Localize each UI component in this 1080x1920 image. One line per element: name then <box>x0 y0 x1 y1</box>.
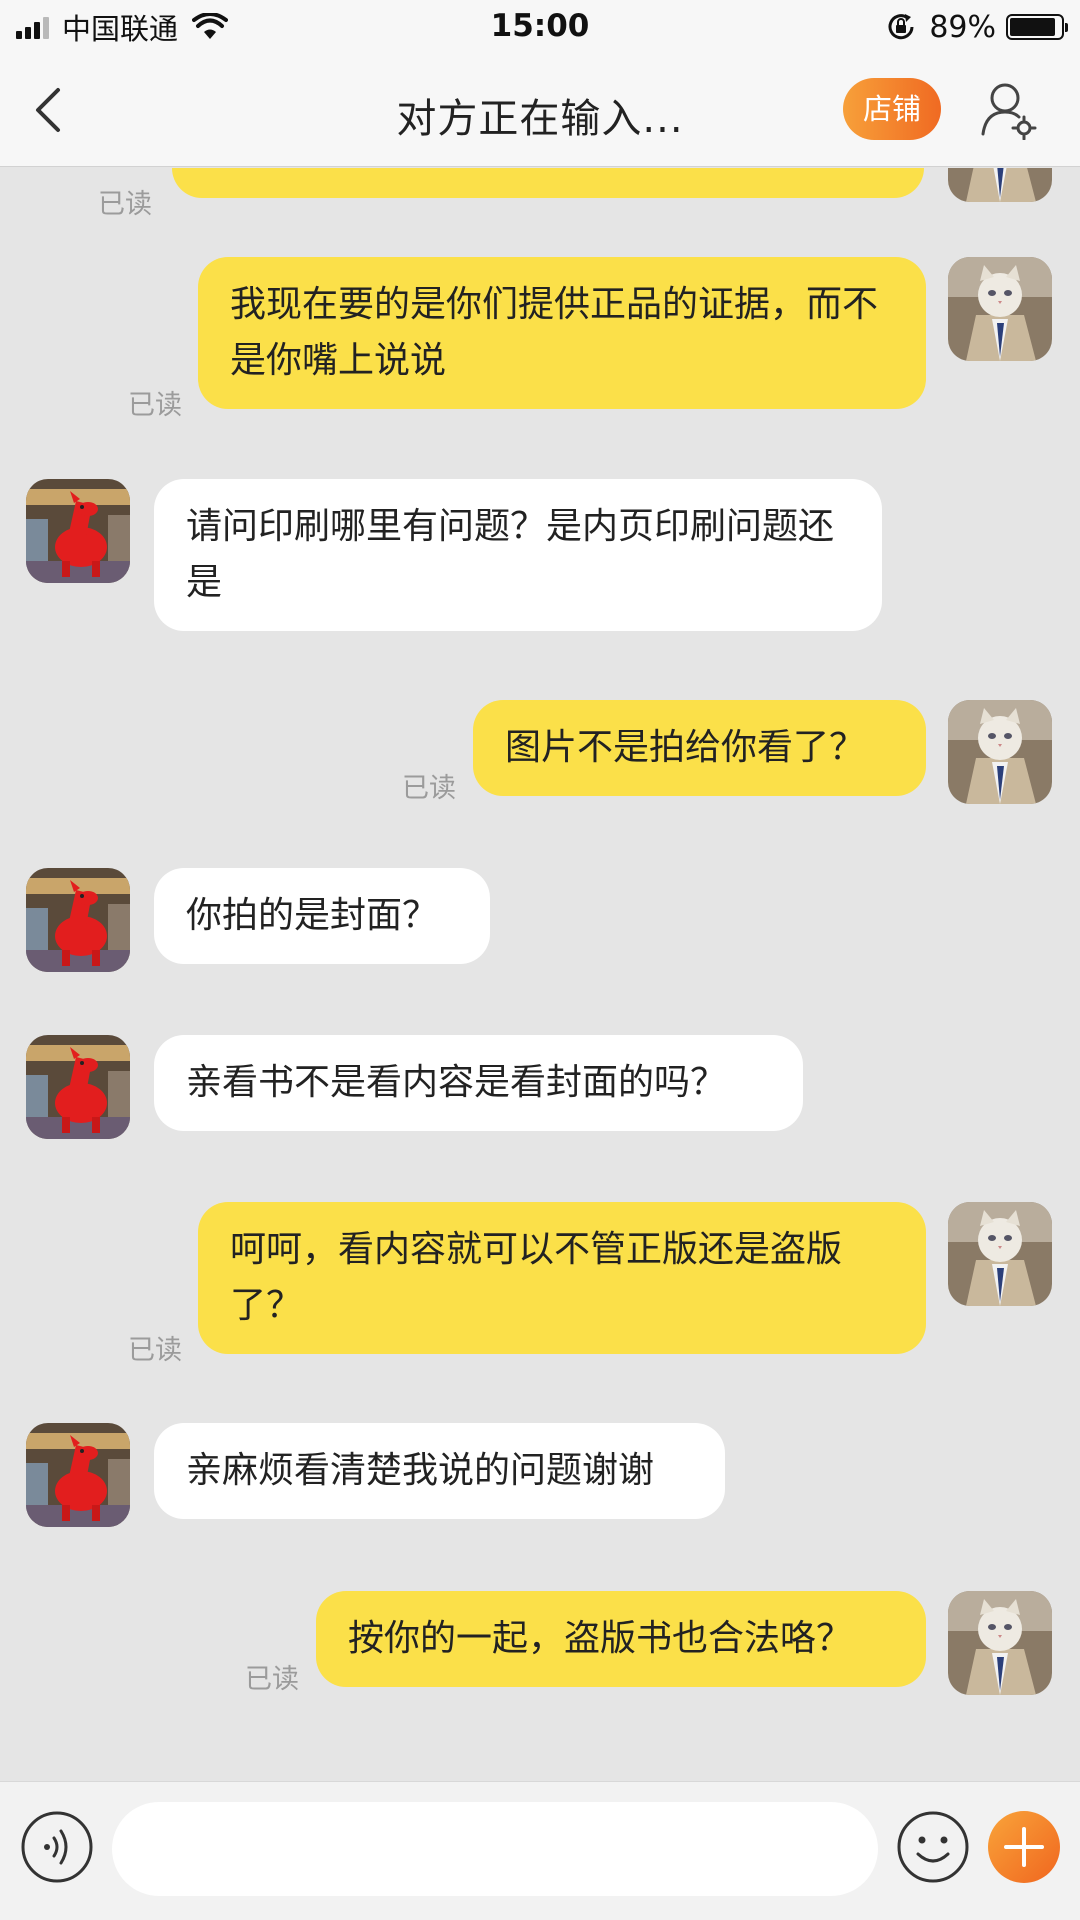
user-gear-icon[interactable] <box>978 80 1038 140</box>
nav-bar: 对方正在输入... 店铺 <box>0 54 1080 167</box>
orientation-lock-icon <box>888 14 914 40</box>
message-bubble-mine[interactable]: 按你的一起，盗版书也合法咯？ <box>316 1591 926 1687</box>
message-bubble-mine[interactable]: 图片不是拍给你看了？ <box>473 700 926 796</box>
status-right: 89% <box>885 9 1068 45</box>
my-avatar[interactable] <box>948 1202 1052 1306</box>
message-bubble-theirs[interactable]: 亲麻烦看清楚我说的问题谢谢 <box>154 1423 725 1519</box>
message-bubble-theirs[interactable]: 亲看书不是看内容是看封面的吗？ <box>154 1035 803 1131</box>
seller-avatar[interactable] <box>26 1035 130 1139</box>
my-avatar[interactable] <box>948 1591 1052 1695</box>
battery-percent: 89% <box>929 9 996 45</box>
plus-button[interactable] <box>988 1811 1060 1883</box>
message-bubble-theirs[interactable]: 你拍的是封面？ <box>154 868 490 964</box>
seller-avatar[interactable] <box>26 868 130 972</box>
message-bubble-mine[interactable]: 呵呵，看内容就可以不管正版还是盗版了？ <box>198 1202 926 1354</box>
my-avatar[interactable] <box>948 257 1052 361</box>
voice-icon[interactable] <box>20 1810 94 1884</box>
battery-level-fill <box>1010 18 1055 36</box>
seller-avatar[interactable] <box>26 479 130 583</box>
status-bar: 中国联通 15:00 89% <box>0 0 1080 54</box>
battery-icon <box>1006 14 1068 40</box>
my-avatar[interactable] <box>948 168 1052 202</box>
read-label: 已读 <box>98 189 152 220</box>
message-bubble-mine[interactable] <box>172 168 924 198</box>
smiley-icon[interactable] <box>896 1810 970 1884</box>
chat-area[interactable]: 已读 已读 我现在要的是你们提供正品的证据，而不是你嘴上说说 请问印刷哪里有问题… <box>0 168 1080 1780</box>
read-label: 已读 <box>402 773 456 804</box>
message-input[interactable] <box>112 1802 878 1896</box>
read-label: 已读 <box>128 1335 182 1366</box>
read-label: 已读 <box>128 390 182 421</box>
message-bubble-mine[interactable]: 我现在要的是你们提供正品的证据，而不是你嘴上说说 <box>198 257 926 409</box>
read-label: 已读 <box>245 1664 299 1695</box>
shop-button[interactable]: 店铺 <box>843 78 941 140</box>
plus-icon <box>1004 1827 1044 1867</box>
input-bar <box>0 1781 1080 1920</box>
seller-avatar[interactable] <box>26 1423 130 1527</box>
my-avatar[interactable] <box>948 700 1052 804</box>
message-bubble-theirs[interactable]: 请问印刷哪里有问题？是内页印刷问题还是 <box>154 479 882 631</box>
